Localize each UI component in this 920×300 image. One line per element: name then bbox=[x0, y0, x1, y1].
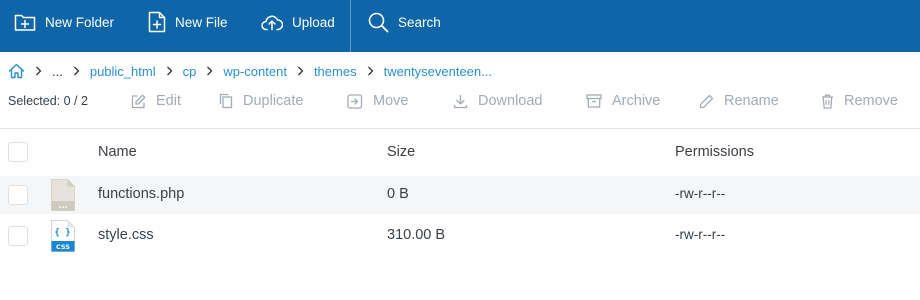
rename-label: Rename bbox=[724, 93, 779, 109]
copy-icon bbox=[219, 93, 233, 109]
column-header-permissions[interactable]: Permissions bbox=[675, 144, 754, 160]
file-name[interactable]: style.css bbox=[98, 227, 154, 243]
chevron-right-icon bbox=[166, 66, 173, 76]
download-label: Download bbox=[478, 93, 543, 109]
file-size: 0 B bbox=[387, 186, 409, 202]
file-name[interactable]: functions.php bbox=[98, 186, 184, 202]
column-header-name[interactable]: Name bbox=[98, 144, 137, 160]
chevron-right-icon bbox=[35, 66, 42, 76]
php-icon-text: ... bbox=[58, 201, 67, 210]
file-size: 310.00 B bbox=[387, 227, 446, 243]
rename-button[interactable]: Rename bbox=[699, 93, 779, 109]
table-row[interactable]: ... functions.php 0 B -rw-r--r-- bbox=[0, 176, 920, 214]
home-icon[interactable] bbox=[8, 63, 25, 79]
archive-box-icon bbox=[586, 94, 602, 108]
breadcrumb-item-current[interactable]: twentyseventeen... bbox=[384, 64, 492, 79]
row-checkbox[interactable] bbox=[8, 226, 28, 246]
duplicate-label: Duplicate bbox=[243, 93, 304, 109]
top-toolbar: New Folder New File Upload Search bbox=[0, 0, 920, 52]
breadcrumb-ellipsis[interactable]: ... bbox=[52, 64, 63, 79]
edit-button[interactable]: Edit bbox=[131, 93, 181, 109]
css-icon-text: CSS bbox=[56, 243, 70, 251]
toolbar-divider bbox=[350, 0, 351, 52]
breadcrumb-item-cp[interactable]: cp bbox=[183, 64, 197, 79]
move-icon bbox=[347, 93, 363, 109]
select-all-checkbox[interactable] bbox=[8, 142, 28, 162]
row-checkbox[interactable] bbox=[8, 185, 28, 205]
chevron-right-icon bbox=[367, 66, 374, 76]
move-label: Move bbox=[373, 93, 409, 109]
upload-button[interactable]: Upload bbox=[261, 0, 335, 44]
breadcrumb-item-public-html[interactable]: public_html bbox=[90, 64, 156, 79]
edit-label: Edit bbox=[156, 93, 181, 109]
selection-count: Selected: 0 / 2 bbox=[8, 94, 88, 108]
download-icon bbox=[453, 94, 468, 108]
trash-icon bbox=[822, 94, 833, 109]
table-row[interactable]: { } CSS style.css 310.00 B -rw-r--r-- bbox=[0, 216, 920, 254]
new-file-button[interactable]: New File bbox=[148, 0, 228, 44]
search-button[interactable]: Search bbox=[368, 0, 441, 44]
remove-label: Remove bbox=[844, 93, 898, 109]
file-plus-icon bbox=[148, 11, 166, 33]
new-folder-button[interactable]: New Folder bbox=[14, 0, 114, 44]
cloud-upload-icon bbox=[261, 15, 283, 31]
move-button[interactable]: Move bbox=[347, 93, 408, 109]
action-bar: Selected: 0 / 2 Edit Duplicate Move Down… bbox=[0, 88, 920, 118]
css-file-icon: { } CSS bbox=[51, 220, 75, 257]
new-folder-label: New Folder bbox=[45, 14, 115, 30]
css-icon-glyph: { } bbox=[54, 228, 70, 238]
archive-button[interactable]: Archive bbox=[586, 93, 660, 109]
new-file-label: New File bbox=[175, 14, 228, 30]
toolbar-divider-line bbox=[0, 128, 920, 129]
archive-label: Archive bbox=[612, 93, 661, 109]
chevron-right-icon bbox=[297, 66, 304, 76]
column-header-size[interactable]: Size bbox=[387, 144, 415, 160]
breadcrumb-item-wp-content[interactable]: wp-content bbox=[223, 64, 287, 79]
breadcrumb-item-themes[interactable]: themes bbox=[314, 64, 357, 79]
chevron-right-icon bbox=[206, 66, 213, 76]
upload-label: Upload bbox=[292, 14, 335, 30]
search-icon bbox=[368, 12, 389, 32]
folder-plus-icon bbox=[14, 14, 36, 31]
file-permissions[interactable]: -rw-r--r-- bbox=[675, 186, 725, 201]
search-label: Search bbox=[398, 14, 441, 30]
breadcrumb: ... public_html cp wp-content themes twe… bbox=[8, 61, 492, 81]
duplicate-button[interactable]: Duplicate bbox=[219, 93, 303, 109]
remove-button[interactable]: Remove bbox=[821, 93, 898, 109]
file-permissions[interactable]: -rw-r--r-- bbox=[675, 227, 725, 242]
pencil-icon bbox=[699, 94, 714, 108]
chevron-right-icon bbox=[73, 66, 80, 76]
table-header: Name Size Permissions bbox=[0, 134, 920, 170]
php-file-icon: ... bbox=[51, 179, 75, 216]
download-button[interactable]: Download bbox=[453, 93, 543, 109]
pencil-square-icon bbox=[131, 94, 146, 108]
